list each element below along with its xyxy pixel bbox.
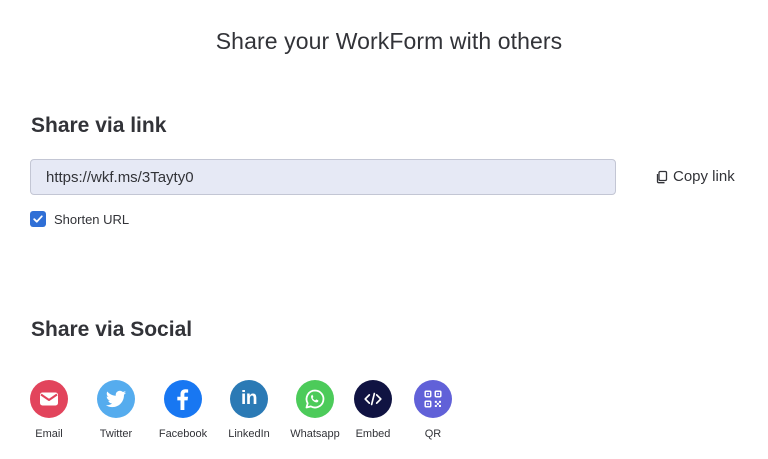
- social-share-list: Email Twitter Facebook in LinkedIn Whats…: [26, 380, 453, 440]
- share-twitter-button[interactable]: Twitter: [90, 380, 142, 440]
- page-title: Share your WorkForm with others: [215, 28, 563, 54]
- copy-icon: [655, 170, 669, 184]
- share-facebook-button[interactable]: Facebook: [155, 380, 211, 440]
- whatsapp-icon: [296, 380, 334, 418]
- qr-label: QR: [424, 428, 442, 440]
- share-linkedin-button[interactable]: in LinkedIn: [223, 380, 275, 440]
- share-email-button[interactable]: Email: [26, 380, 72, 440]
- shorten-url-label: Shorten URL: [54, 211, 130, 227]
- share-url-field[interactable]: [30, 159, 616, 195]
- linkedin-icon: in: [230, 380, 268, 418]
- email-icon: [30, 380, 68, 418]
- twitter-icon: [97, 380, 135, 418]
- linkedin-label: LinkedIn: [228, 428, 270, 440]
- share-via-social-heading: Share via Social: [31, 318, 193, 341]
- qr-icon: [414, 380, 452, 418]
- shorten-url-checkbox[interactable]: [30, 211, 46, 227]
- embed-label: Embed: [355, 428, 391, 440]
- facebook-label: Facebook: [158, 428, 208, 440]
- copy-link-label: Copy link: [673, 168, 735, 185]
- share-whatsapp-button[interactable]: Whatsapp: [286, 380, 344, 440]
- qr-code-button[interactable]: QR: [413, 380, 453, 440]
- embed-icon: [354, 380, 392, 418]
- share-via-link-heading: Share via link: [31, 114, 167, 137]
- facebook-icon: [164, 380, 202, 418]
- copy-link-button[interactable]: Copy link: [655, 168, 735, 185]
- shorten-url-option: Shorten URL: [30, 211, 129, 227]
- embed-button[interactable]: Embed: [353, 380, 393, 440]
- email-label: Email: [35, 428, 63, 440]
- twitter-label: Twitter: [99, 428, 133, 440]
- whatsapp-label: Whatsapp: [290, 428, 340, 440]
- checkmark-icon: [33, 215, 43, 223]
